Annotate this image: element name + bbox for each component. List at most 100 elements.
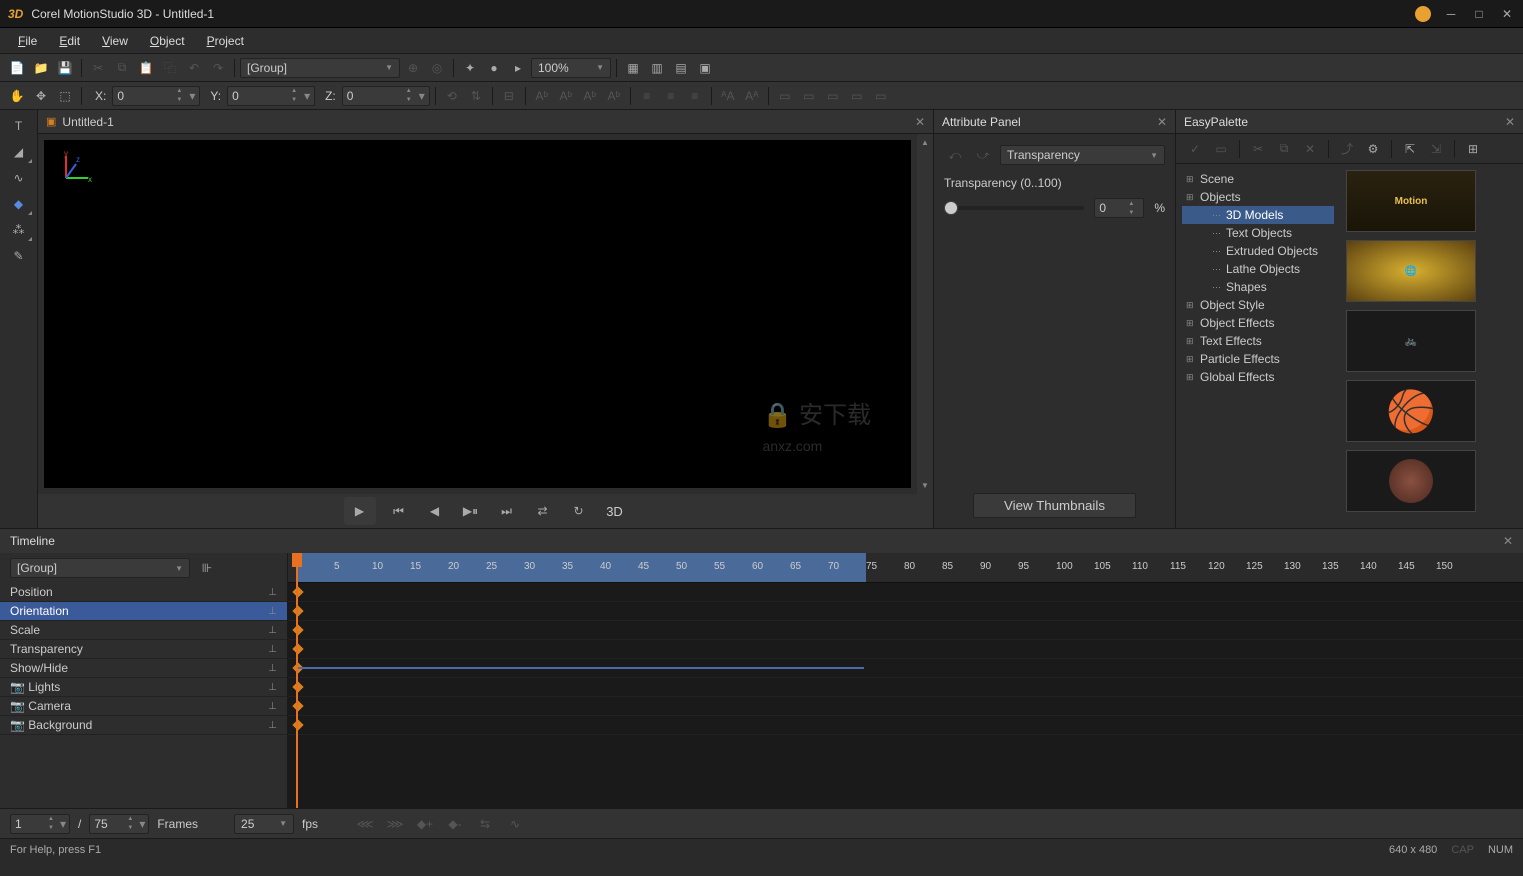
ep-gear-icon[interactable]: ⚙: [1362, 138, 1384, 160]
attr-next-icon[interactable]: ⤻: [972, 144, 994, 166]
wand-icon[interactable]: ✦: [459, 57, 481, 79]
kf-next-icon[interactable]: ⋙: [384, 813, 406, 835]
timeline-track[interactable]: Scale⊥: [0, 621, 287, 640]
copy-icon[interactable]: ⧉: [111, 57, 133, 79]
open-icon[interactable]: 📁: [30, 57, 52, 79]
timeline-track[interactable]: Transparency⊥: [0, 640, 287, 659]
render2-icon[interactable]: ▭: [798, 85, 820, 107]
align-icon[interactable]: ⊟: [498, 85, 520, 107]
shape-tool-icon[interactable]: ◢: [5, 140, 33, 164]
alignr-icon[interactable]: ≡: [684, 85, 706, 107]
select-icon[interactable]: ⬚: [54, 85, 76, 107]
timeline-row[interactable]: [288, 678, 1523, 697]
thumb-item[interactable]: Motion: [1346, 170, 1476, 232]
last-frame-button[interactable]: ⏭: [494, 498, 520, 524]
help-orb-icon[interactable]: [1415, 6, 1431, 22]
view-thumbnails-button[interactable]: View Thumbnails: [973, 493, 1136, 518]
refresh-button[interactable]: ↻: [566, 498, 592, 524]
paste-icon[interactable]: 📋: [135, 57, 157, 79]
tree-item[interactable]: ⊞Objects: [1182, 188, 1334, 206]
kf-add-icon[interactable]: ◆+: [414, 813, 436, 835]
kf-del-icon[interactable]: ◆-: [444, 813, 466, 835]
next-frame-button[interactable]: ▶⏸: [458, 498, 484, 524]
y-input[interactable]: ▲▼▾: [227, 86, 315, 106]
timeline-row[interactable]: [288, 640, 1523, 659]
3d-mode-button[interactable]: 3D: [602, 498, 628, 524]
timeline-group-dropdown[interactable]: [Group]▼: [10, 558, 190, 578]
z-input[interactable]: ▲▼▾: [342, 86, 430, 106]
new-icon[interactable]: 📄: [6, 57, 28, 79]
ep-add-icon[interactable]: ▭: [1210, 138, 1232, 160]
ep-copy-icon[interactable]: ⧉: [1273, 138, 1295, 160]
render1-icon[interactable]: ▭: [774, 85, 796, 107]
tree-item[interactable]: ⊞Object Style: [1182, 296, 1334, 314]
kf-reverse-icon[interactable]: ⇆: [474, 813, 496, 835]
brush-icon[interactable]: ●: [483, 57, 505, 79]
timeline-row[interactable]: [288, 716, 1523, 735]
kf-prev-icon[interactable]: ⋘: [354, 813, 376, 835]
text2-icon[interactable]: Aᵇ: [555, 85, 577, 107]
timeline-ruler[interactable]: 5101520253035404550556065707580859095100…: [288, 553, 1523, 583]
timeline-close-icon[interactable]: ✕: [1503, 534, 1513, 548]
thumb-item[interactable]: 🏀: [1346, 380, 1476, 442]
timeline-track[interactable]: 📷 Lights⊥: [0, 678, 287, 697]
layout4-icon[interactable]: ▣: [694, 57, 716, 79]
text4-icon[interactable]: Aᵇ: [603, 85, 625, 107]
ep-export-icon[interactable]: ⇲: [1425, 138, 1447, 160]
rotate-icon[interactable]: ⟲: [441, 85, 463, 107]
size2-icon[interactable]: Aᴬ: [741, 85, 763, 107]
menu-object[interactable]: Object: [140, 30, 195, 52]
ep-import-icon[interactable]: ⇱: [1399, 138, 1421, 160]
thumb-item[interactable]: 🚲: [1346, 310, 1476, 372]
group-dropdown[interactable]: [Group]▼: [240, 58, 400, 78]
x-input[interactable]: ▲▼▾: [112, 86, 200, 106]
prev-frame-button[interactable]: ◀: [422, 498, 448, 524]
flip-icon[interactable]: ⇅: [465, 85, 487, 107]
tree-item[interactable]: ⊞Text Effects: [1182, 332, 1334, 350]
tree-item[interactable]: ⋯Extruded Objects: [1182, 242, 1334, 260]
undo-icon[interactable]: ↶: [183, 57, 205, 79]
target-icon[interactable]: ◎: [426, 57, 448, 79]
transparency-slider[interactable]: [944, 206, 1084, 210]
render4-icon[interactable]: ▭: [846, 85, 868, 107]
alignl-icon[interactable]: ≡: [636, 85, 658, 107]
ep-delete-icon[interactable]: ✕: [1299, 138, 1321, 160]
ep-check-icon[interactable]: ✓: [1184, 138, 1206, 160]
tree-item[interactable]: ⋯Lathe Objects: [1182, 260, 1334, 278]
fps-dropdown[interactable]: 25▼: [234, 814, 294, 834]
play-icon[interactable]: ▸: [507, 57, 529, 79]
timeline-config-icon[interactable]: ⊪: [196, 557, 218, 579]
tree-item[interactable]: ⊞Object Effects: [1182, 314, 1334, 332]
ep-cut-icon[interactable]: ✂: [1247, 138, 1269, 160]
text3-icon[interactable]: Aᵇ: [579, 85, 601, 107]
kf-curve-icon[interactable]: ∿: [504, 813, 526, 835]
attribute-dropdown[interactable]: Transparency▼: [1000, 145, 1165, 165]
play-button[interactable]: ▶: [344, 497, 376, 525]
menu-edit[interactable]: Edit: [49, 30, 90, 52]
size-icon[interactable]: ᴬA: [717, 85, 739, 107]
menu-file[interactable]: File: [8, 30, 47, 52]
ep-grid-icon[interactable]: ⊞: [1462, 138, 1484, 160]
timeline-row[interactable]: [288, 583, 1523, 602]
viewport-close-icon[interactable]: ✕: [915, 115, 925, 129]
menu-view[interactable]: View: [92, 30, 138, 52]
timeline-track[interactable]: Orientation⊥: [0, 602, 287, 621]
globe-icon[interactable]: ⊕: [402, 57, 424, 79]
loop-button[interactable]: ⇄: [530, 498, 556, 524]
menu-project[interactable]: Project: [197, 30, 254, 52]
timeline-track[interactable]: 📷 Background⊥: [0, 716, 287, 735]
attr-prev-icon[interactable]: ⤺: [944, 144, 966, 166]
alignc-icon[interactable]: ≡: [660, 85, 682, 107]
cut-icon[interactable]: ✂: [87, 57, 109, 79]
layout2-icon[interactable]: ▥: [646, 57, 668, 79]
first-frame-button[interactable]: ⏮: [386, 498, 412, 524]
move-icon[interactable]: ✥: [30, 85, 52, 107]
render3-icon[interactable]: ▭: [822, 85, 844, 107]
save-icon[interactable]: 💾: [54, 57, 76, 79]
timeline-row[interactable]: [288, 697, 1523, 716]
text1-icon[interactable]: Aᵇ: [531, 85, 553, 107]
maximize-button[interactable]: □: [1471, 6, 1487, 22]
thumb-item[interactable]: 🌐: [1346, 240, 1476, 302]
playhead[interactable]: [296, 553, 298, 808]
timeline-row[interactable]: [288, 621, 1523, 640]
